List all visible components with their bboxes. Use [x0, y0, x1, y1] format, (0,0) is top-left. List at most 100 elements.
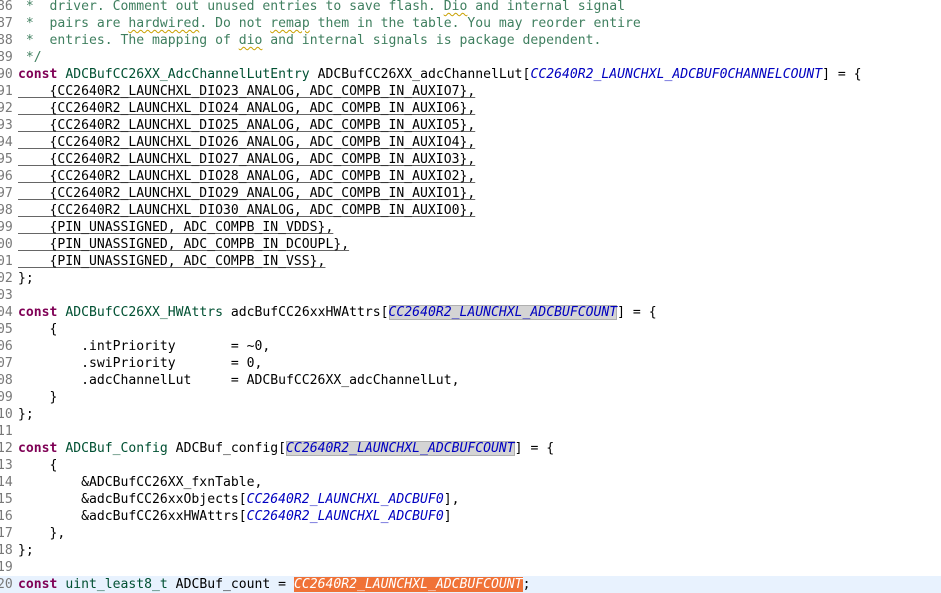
- code-line[interactable]: 15 &adcBufCC26xxObjects[CC2640R2_LAUNCHX…: [0, 491, 941, 508]
- code-line[interactable]: 88 * entries. The mapping of dio and int…: [0, 32, 941, 49]
- line-number: 96: [0, 169, 13, 184]
- code-editor[interactable]: 86 * driver. Comment out unused entries …: [0, 0, 941, 593]
- code-token: ADCBuf_Config: [65, 441, 168, 456]
- code-line-current[interactable]: 20 const uint_least8_t ADCBuf_count = CC2…: [0, 576, 941, 593]
- code-line[interactable]: 89 */: [0, 49, 941, 66]
- code-token: const: [18, 441, 58, 456]
- code-line[interactable]: 96 {CC2640R2_LAUNCHXL_DIO28_ANALOG, ADC_…: [0, 168, 941, 185]
- code-token: ] = {: [822, 67, 862, 82]
- code-text[interactable]: */: [18, 49, 42, 66]
- line-number: 86: [0, 0, 13, 14]
- code-text[interactable]: &adcBufCC26xxHWAttrs[CC2640R2_LAUNCHXL_A…: [18, 508, 452, 525]
- code-token: ADCBufCC26XX_AdcChannelLutEntry: [65, 67, 310, 82]
- code-line[interactable]: 17 },: [0, 525, 941, 542]
- code-text[interactable]: };: [18, 406, 34, 423]
- code-line[interactable]: 86 * driver. Comment out unused entries …: [0, 0, 941, 15]
- code-text[interactable]: {PIN_UNASSIGNED, ADC_COMPB_IN_VDDS},: [18, 219, 334, 236]
- code-text[interactable]: .swiPriority = 0,: [18, 355, 262, 372]
- code-line[interactable]: 04 const ADCBufCC26XX_HWAttrs adcBufCC26x…: [0, 304, 941, 321]
- code-text[interactable]: const ADCBufCC26XX_AdcChannelLutEntry AD…: [18, 66, 862, 83]
- code-token: &adcBufCC26xxObjects[: [18, 492, 247, 507]
- code-token: them in the table. You may reorder entir…: [309, 16, 641, 31]
- code-text[interactable]: {CC2640R2_LAUNCHXL_DIO28_ANALOG, ADC_COM…: [18, 168, 476, 185]
- code-token: {CC2640R2_LAUNCHXL_DIO25_ANALOG, ADC_COM…: [18, 118, 476, 133]
- line-number: 04: [0, 305, 13, 320]
- line-number: 14: [0, 475, 13, 490]
- code-line[interactable]: 95 {CC2640R2_LAUNCHXL_DIO27_ANALOG, ADC_…: [0, 151, 941, 168]
- code-text[interactable]: };: [18, 542, 34, 559]
- code-line[interactable]: 14 &ADCBufCC26XX_fxnTable,: [0, 474, 941, 491]
- code-text[interactable]: {PIN_UNASSIGNED, ADC_COMPB_IN_DCOUPL},: [18, 236, 350, 253]
- code-text[interactable]: {CC2640R2_LAUNCHXL_DIO24_ANALOG, ADC_COM…: [18, 100, 476, 117]
- code-token: uint_least8_t: [65, 577, 168, 592]
- line-number: 95: [0, 152, 13, 167]
- code-token: dio: [238, 33, 263, 48]
- code-text[interactable]: * driver. Comment out unused entries to …: [18, 0, 625, 15]
- code-token: };: [18, 407, 34, 422]
- code-token: },: [18, 526, 66, 541]
- code-line[interactable]: 11: [0, 423, 941, 440]
- code-text[interactable]: * pairs are hardwired. Do not remap them…: [18, 15, 641, 32]
- code-line[interactable]: 91 {CC2640R2_LAUNCHXL_DIO23_ANALOG, ADC_…: [0, 83, 941, 100]
- code-token: .intPriority = ~0,: [18, 339, 271, 354]
- code-token: .swiPriority = 0,: [18, 356, 263, 371]
- code-text[interactable]: {PIN_UNASSIGNED, ADC_COMPB_IN_VSS},: [18, 253, 326, 270]
- code-text[interactable]: const ADCBuf_Config ADCBuf_config[CC2640…: [18, 440, 554, 457]
- code-line[interactable]: 05 {: [0, 321, 941, 338]
- line-number: 17: [0, 526, 13, 541]
- code-text[interactable]: {CC2640R2_LAUNCHXL_DIO29_ANALOG, ADC_COM…: [18, 185, 476, 202]
- code-line[interactable]: 16 &adcBufCC26xxHWAttrs[CC2640R2_LAUNCHX…: [0, 508, 941, 525]
- code-line[interactable]: 87 * pairs are hardwired. Do not remap t…: [0, 15, 941, 32]
- code-line[interactable]: 90 const ADCBufCC26XX_AdcChannelLutEntry …: [0, 66, 941, 83]
- code-text[interactable]: {CC2640R2_LAUNCHXL_DIO23_ANALOG, ADC_COM…: [18, 83, 476, 100]
- code-line[interactable]: 02};: [0, 270, 941, 287]
- code-text[interactable]: {CC2640R2_LAUNCHXL_DIO30_ANALOG, ADC_COM…: [18, 202, 476, 219]
- code-text[interactable]: &ADCBufCC26XX_fxnTable,: [18, 474, 262, 491]
- code-line[interactable]: 94 {CC2640R2_LAUNCHXL_DIO26_ANALOG, ADC_…: [0, 134, 941, 151]
- code-line[interactable]: 92 {CC2640R2_LAUNCHXL_DIO24_ANALOG, ADC_…: [0, 100, 941, 117]
- code-token: * entries. The mapping of: [18, 33, 239, 48]
- code-text[interactable]: },: [18, 525, 66, 542]
- code-token: {CC2640R2_LAUNCHXL_DIO24_ANALOG, ADC_COM…: [18, 101, 476, 116]
- code-line[interactable]: 09 }: [0, 389, 941, 406]
- code-text[interactable]: * entries. The mapping of dio and intern…: [18, 32, 602, 49]
- code-text[interactable]: }: [18, 389, 58, 406]
- code-token: &adcBufCC26xxHWAttrs[: [18, 509, 247, 524]
- code-line[interactable]: 10};: [0, 406, 941, 423]
- line-number: 06: [0, 339, 13, 354]
- code-line[interactable]: 01 {PIN_UNASSIGNED, ADC_COMPB_IN_VSS},: [0, 253, 941, 270]
- code-line[interactable]: 03: [0, 287, 941, 304]
- code-line[interactable]: 19: [0, 559, 941, 576]
- code-line[interactable]: 98 {CC2640R2_LAUNCHXL_DIO30_ANALOG, ADC_…: [0, 202, 941, 219]
- line-number: 10: [0, 407, 13, 422]
- line-number: 02: [0, 271, 13, 286]
- code-line[interactable]: 18};: [0, 542, 941, 559]
- code-line[interactable]: 93 {CC2640R2_LAUNCHXL_DIO25_ANALOG, ADC_…: [0, 117, 941, 134]
- code-line[interactable]: 99 {PIN_UNASSIGNED, ADC_COMPB_IN_VDDS},: [0, 219, 941, 236]
- code-text[interactable]: {: [18, 457, 58, 474]
- line-number: 16: [0, 509, 13, 524]
- code-text[interactable]: {CC2640R2_LAUNCHXL_DIO26_ANALOG, ADC_COM…: [18, 134, 476, 151]
- code-text[interactable]: &adcBufCC26xxObjects[CC2640R2_LAUNCHXL_A…: [18, 491, 459, 508]
- code-line[interactable]: 97 {CC2640R2_LAUNCHXL_DIO29_ANALOG, ADC_…: [0, 185, 941, 202]
- code-text[interactable]: };: [18, 270, 34, 287]
- code-text[interactable]: .intPriority = ~0,: [18, 338, 270, 355]
- code-text[interactable]: {: [18, 321, 58, 338]
- code-line[interactable]: 00 {PIN_UNASSIGNED, ADC_COMPB_IN_DCOUPL}…: [0, 236, 941, 253]
- code-token: * pairs are: [18, 16, 129, 31]
- code-token: ]: [443, 509, 452, 524]
- code-text[interactable]: const ADCBufCC26XX_HWAttrs adcBufCC26xxH…: [18, 304, 657, 321]
- code-token: {PIN_UNASSIGNED, ADC_COMPB_IN_DCOUPL},: [18, 237, 350, 252]
- code-text[interactable]: {CC2640R2_LAUNCHXL_DIO25_ANALOG, ADC_COM…: [18, 117, 476, 134]
- code-text[interactable]: .adcChannelLut = ADCBufCC26XX_adcChannel…: [18, 372, 459, 389]
- code-line[interactable]: 07 .swiPriority = 0,: [0, 355, 941, 372]
- code-text[interactable]: const uint_least8_t ADCBuf_count = CC264…: [18, 576, 530, 593]
- code-line[interactable]: 08 .adcChannelLut = ADCBufCC26XX_adcChan…: [0, 372, 941, 389]
- code-token: ;: [522, 577, 531, 592]
- code-token: }: [18, 390, 58, 405]
- code-line[interactable]: 06 .intPriority = ~0,: [0, 338, 941, 355]
- code-line[interactable]: 12 const ADCBuf_Config ADCBuf_config[CC26…: [0, 440, 941, 457]
- code-text[interactable]: {CC2640R2_LAUNCHXL_DIO27_ANALOG, ADC_COM…: [18, 151, 476, 168]
- code-token: CC2640R2_LAUNCHXL_ADCBUFCOUNT: [286, 441, 515, 456]
- code-line[interactable]: 13 {: [0, 457, 941, 474]
